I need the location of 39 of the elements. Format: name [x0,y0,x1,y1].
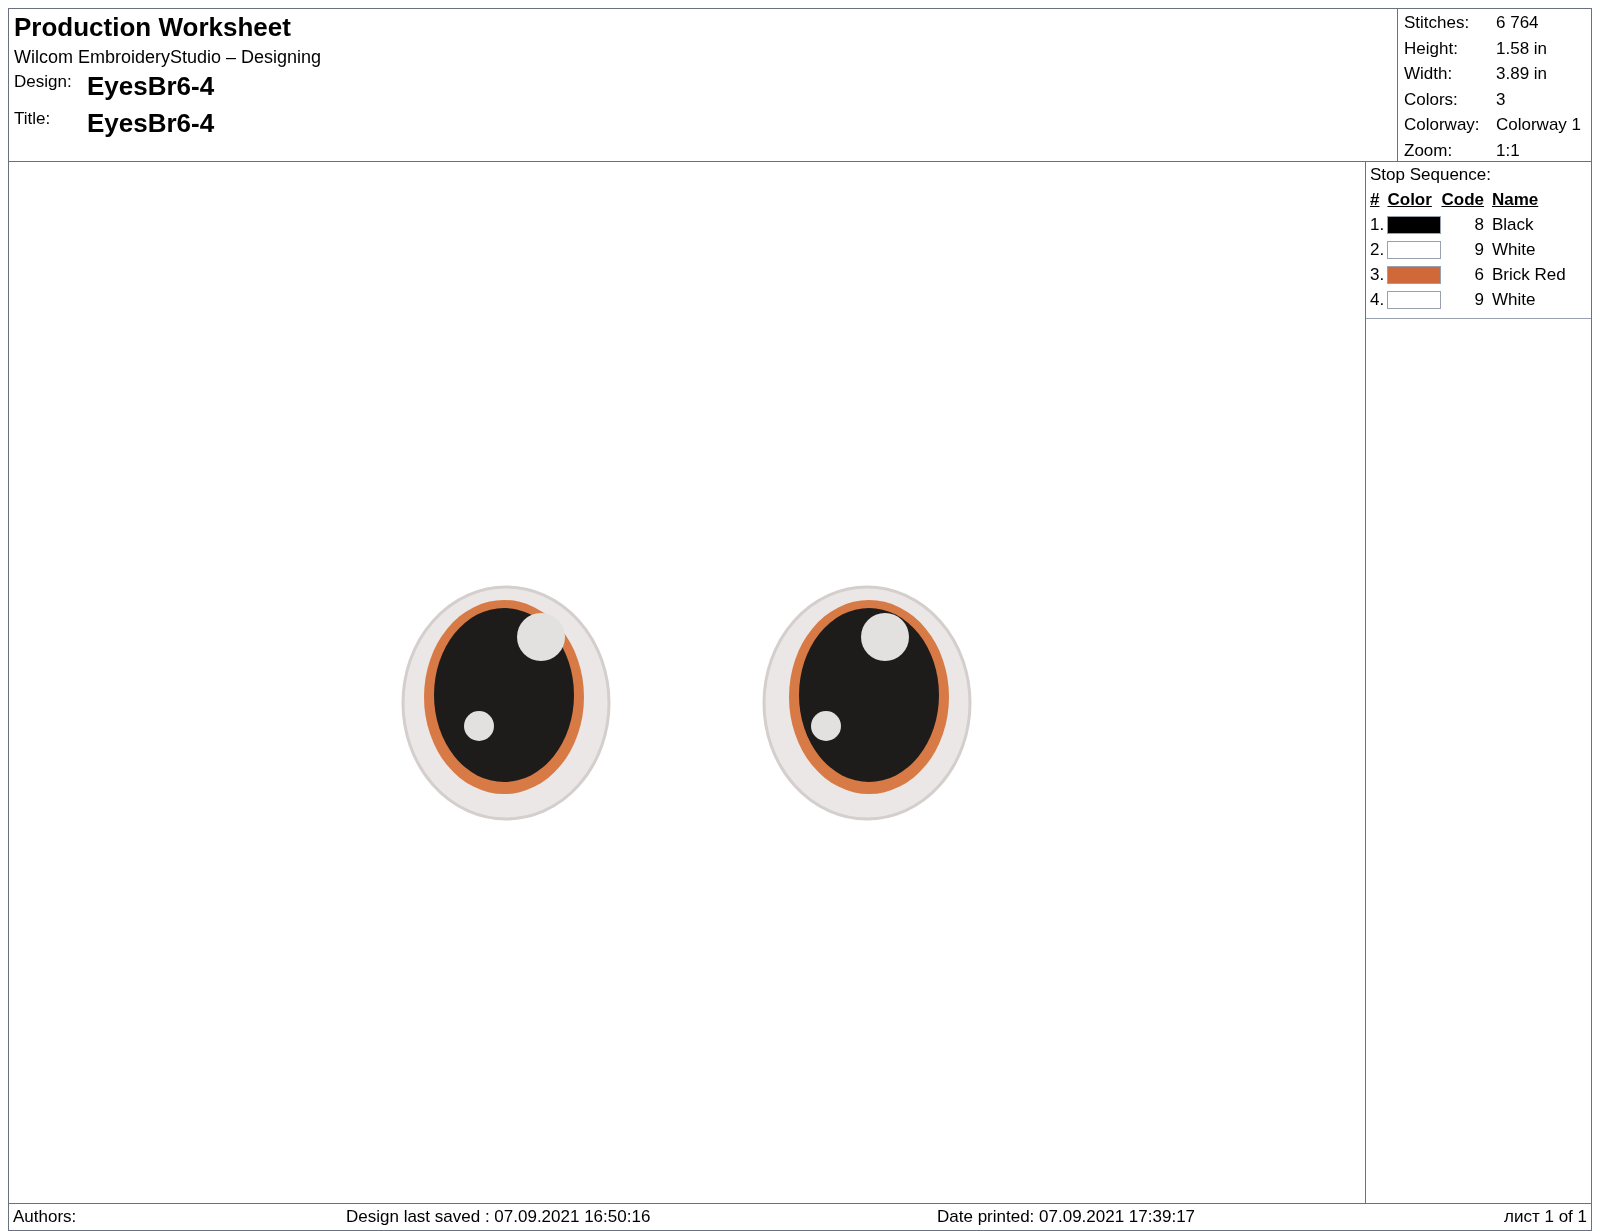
row-number: 3. [1370,265,1385,284]
column-header: Color [1387,190,1432,209]
color-name: White [1491,290,1536,309]
info-label: Zoom: [1404,139,1454,162]
info-value: Colorway 1 [1496,114,1582,136]
field-value: EyesBr6-4 [87,70,215,102]
field-label: Title: [14,108,52,130]
color-code: 9 [1474,290,1484,309]
application-name: Wilcom EmbroideryStudio – Designing [14,46,323,69]
column-header: Name [1491,190,1539,209]
last-saved-text: Design last saved : 07.09.2021 16:50:16 [346,1206,652,1229]
info-value: 3.89 in [1496,63,1548,85]
info-value: 6 764 [1496,12,1539,34]
page-number: лист 1 of 1 [1504,1206,1587,1229]
field-value: EyesBr6-4 [87,107,215,139]
date-printed-text: Date printed: 07.09.2021 17:39:17 [937,1206,1197,1229]
info-label: Width: [1404,63,1454,85]
authors-label: Authors: [13,1206,78,1229]
info-value: 3 [1496,88,1506,111]
column-header: Code [1441,190,1484,209]
color-name: Black [1491,215,1534,234]
stop-sequence-title: Stop Sequence: [1370,164,1492,186]
color-code: 6 [1474,265,1484,284]
info-value: 1.58 in [1496,37,1548,60]
color-name: Brick Red [1491,265,1566,284]
worksheet-title: Production Worksheet [14,11,292,44]
row-number: 2. [1370,240,1385,259]
row-number: 4. [1370,290,1385,309]
field-label: Design: [14,71,73,93]
info-label: Colors: [1404,88,1459,111]
row-number: 1. [1370,215,1385,234]
info-label: Stitches: [1404,12,1471,34]
color-name: White [1491,240,1536,259]
color-code: 8 [1474,215,1484,234]
color-code: 9 [1474,240,1484,259]
info-label: Height: [1404,37,1459,60]
column-header: # [1370,190,1380,209]
info-label: Colorway: [1404,114,1481,136]
info-value: 1:1 [1496,139,1520,162]
